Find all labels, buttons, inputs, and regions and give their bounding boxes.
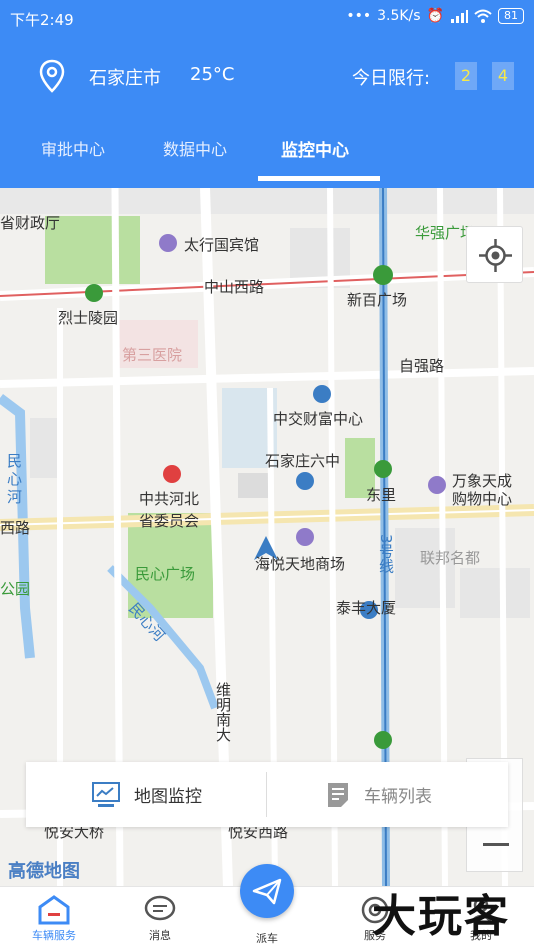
net-speed: 3.5K/s — [377, 8, 421, 24]
nav-messages[interactable]: 消息 — [135, 887, 185, 950]
map-label-zhongshan: 中山西路 — [204, 278, 265, 296]
status-icons: ••• 3.5K/s ⏰ 81 — [346, 8, 524, 24]
amap-logo: 高德地图 — [8, 861, 80, 882]
battery-icon: 81 — [498, 8, 524, 24]
map-label-xinbai: 新百广场 — [347, 291, 408, 309]
dispatch-button[interactable] — [240, 864, 294, 918]
tab-monitor-center[interactable]: 监控中心 — [281, 136, 349, 161]
vehicle-list-label: 车辆列表 — [364, 787, 432, 807]
location-pin-icon[interactable] — [38, 59, 66, 93]
locate-button[interactable] — [466, 226, 523, 283]
more-dots-icon: ••• — [346, 8, 372, 24]
map-label-taihang: 太行国宾馆 — [184, 236, 260, 254]
location-row: 石家庄市 25°C 今日限行: 2 4 — [0, 56, 534, 96]
map-label-metro3: 3号线 — [377, 534, 395, 574]
map-label-xi-road: 西路 — [0, 519, 31, 537]
map-label-lianbang: 联邦名都 — [420, 549, 481, 567]
tab-data-center[interactable]: 数据中心 — [163, 136, 227, 160]
crosshair-icon — [479, 239, 512, 272]
map-monitor-button[interactable]: 地图监控 — [92, 762, 202, 827]
map-label-dongli: 东里 — [366, 486, 397, 504]
map-label-sjz6: 石家庄六中 — [265, 452, 341, 470]
dispatch-label: 派车 — [256, 932, 278, 945]
traffic-limit-label: 今日限行: — [352, 68, 431, 89]
app-header: 下午2:49 ••• 3.5K/s ⏰ 81 石家庄市 25°C 今日限行: 2… — [0, 0, 534, 188]
map-label-lieshi: 烈士陵园 — [58, 309, 119, 327]
message-bubble-icon — [144, 895, 176, 921]
map-label-hospital: 第三医院 — [122, 346, 183, 364]
map-label-cpc-1: 中共河北 — [139, 490, 200, 508]
limit-number-2: 4 — [492, 62, 514, 90]
nav-vehicle-service[interactable]: 车辆服务 — [26, 887, 82, 950]
temperature: 25°C — [190, 64, 235, 85]
wifi-icon — [474, 9, 492, 23]
nav-vehicle-service-label: 车辆服务 — [32, 929, 76, 942]
limit-number-1: 2 — [455, 62, 477, 90]
map-label-minxin-plaza: 民心广场 — [135, 565, 196, 583]
map-monitor-label: 地图监控 — [134, 787, 202, 807]
map-label-park: 公园 — [0, 580, 31, 598]
map-label-zhongjiao: 中交财富中心 — [273, 410, 364, 428]
zoom-out-icon[interactable] — [483, 843, 509, 846]
map-label-weiming: 维明南大 — [214, 682, 232, 742]
monitor-panel: 地图监控 车辆列表 — [26, 762, 508, 827]
map-label-finance: 省财政厅 — [0, 214, 61, 232]
list-doc-icon — [328, 782, 348, 807]
map-label-cpc-2: 省委员会 — [139, 512, 200, 530]
monitor-icon — [92, 781, 120, 807]
city-name[interactable]: 石家庄市 — [89, 64, 161, 90]
active-tab-indicator — [258, 176, 380, 181]
map-label-minxin-left-3: 河 — [7, 488, 23, 506]
watermark-logo: 大玩客 — [372, 891, 510, 942]
status-bar: 下午2:49 ••• 3.5K/s ⏰ 81 — [0, 0, 534, 36]
nav-messages-label: 消息 — [149, 929, 171, 942]
map-label-haiyue: 海悦天地商场 — [255, 555, 346, 573]
panel-divider — [266, 772, 267, 817]
map-label-ziqiang: 自强路 — [399, 357, 445, 375]
tab-approval-center[interactable]: 审批中心 — [41, 136, 105, 160]
center-tabs: 审批中心 数据中心 监控中心 — [0, 128, 534, 188]
map-label-wanxiang-2: 购物中心 — [452, 490, 513, 508]
signal-icon — [451, 10, 468, 23]
home-icon — [38, 895, 70, 925]
alarm-icon: ⏰ — [426, 8, 444, 24]
status-time: 下午2:49 — [10, 11, 74, 29]
paper-plane-icon — [252, 878, 282, 905]
vehicle-list-button[interactable]: 车辆列表 — [326, 762, 432, 827]
map-label-taifeng: 泰丰大厦 — [336, 599, 397, 617]
